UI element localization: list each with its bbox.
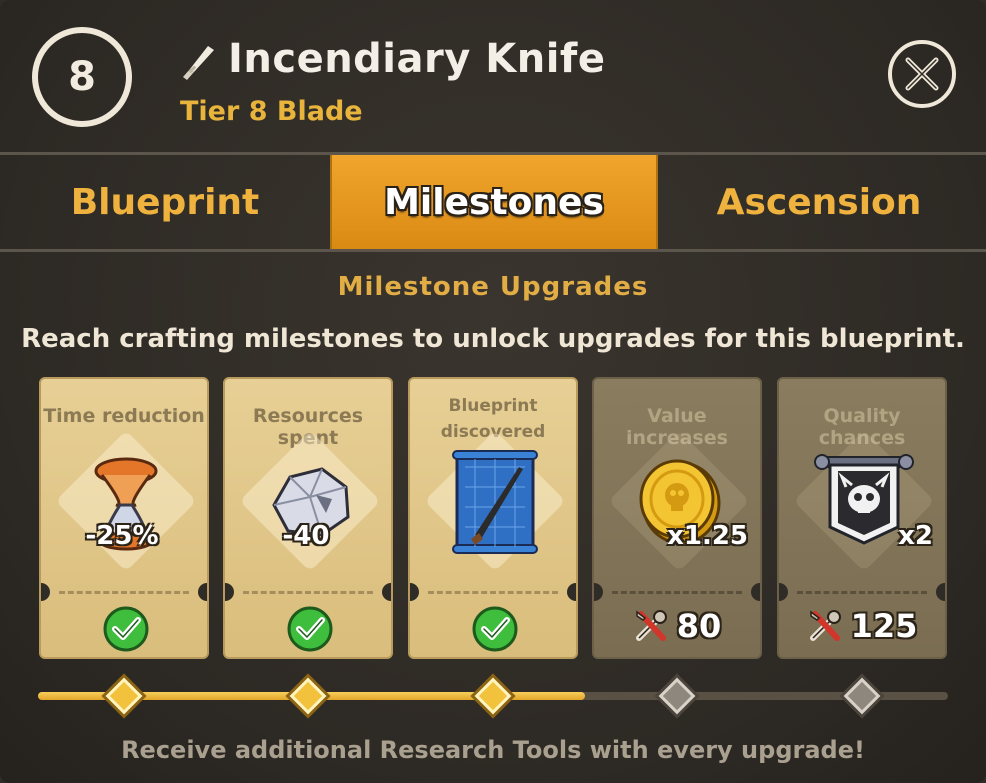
close-button[interactable] [888, 40, 956, 108]
milestone-card-time-reduction[interactable]: Time reduction -25% [39, 377, 209, 659]
cost-value: 80 [676, 607, 722, 645]
research-cost: 80 [594, 607, 760, 645]
card-notch-left [225, 583, 234, 601]
milestone-value: -25% [85, 521, 159, 551]
cost-value: 125 [850, 607, 918, 645]
footer-hint: Receive additional Research Tools with e… [121, 736, 865, 764]
item-title: Incendiary Knife [228, 36, 606, 82]
card-divider [428, 591, 558, 594]
section-description: Reach crafting milestones to unlock upgr… [21, 324, 965, 354]
milestone-card-blueprint-discovered[interactable]: Blueprint discovered [408, 377, 578, 659]
tab-blueprint[interactable]: Blueprint [0, 155, 330, 249]
card-divider [797, 591, 927, 594]
milestone-node-4 [658, 677, 696, 715]
checkmark-icon [287, 606, 333, 652]
knife-icon [183, 46, 214, 80]
card-notch-right [198, 583, 207, 601]
milestone-card-value-increases[interactable]: Value increases x1.25 80 [592, 377, 762, 659]
card-notch-left [41, 583, 50, 601]
card-notch-right [382, 583, 391, 601]
close-icon [905, 57, 939, 91]
tab-milestones[interactable]: Milestones [330, 155, 658, 249]
blueprint-icon [452, 450, 538, 554]
item-subtitle: Tier 8 Blade [180, 96, 363, 127]
tier-badge: 8 [32, 27, 132, 127]
milestone-node-5 [843, 677, 881, 715]
card-divider [612, 591, 742, 594]
card-divider [59, 591, 189, 594]
checkmark-icon [103, 606, 149, 652]
milestone-value: x2 [898, 521, 933, 551]
tab-bar: Blueprint Milestones Ascension [0, 152, 986, 252]
research-cost: 125 [779, 607, 945, 645]
card-notch-right [567, 583, 576, 601]
card-notch-left [410, 583, 419, 601]
research-tools-icon [635, 610, 667, 641]
blueprint-panel: 8 Incendiary Knife Tier 8 Blade Blueprin… [0, 0, 986, 783]
milestone-node-3 [474, 677, 512, 715]
card-notch-left [594, 583, 603, 601]
card-notch-left [779, 583, 788, 601]
card-notch-right [936, 583, 945, 601]
milestone-card-quality-chances[interactable]: Quality chances x2 125 [777, 377, 947, 659]
card-notch-right [751, 583, 760, 601]
tab-ascension[interactable]: Ascension [658, 155, 980, 249]
checkmark-icon [472, 606, 518, 652]
card-divider [243, 591, 373, 594]
milestone-value: x1.25 [667, 521, 748, 551]
milestone-node-2 [289, 677, 327, 715]
milestone-label-line1: Blueprint [448, 396, 538, 416]
section-title: Milestone Upgrades [337, 272, 649, 302]
research-tools-icon [809, 610, 841, 641]
milestone-card-resources-spent[interactable]: Resources spent -40 [223, 377, 393, 659]
milestone-node-1 [105, 677, 143, 715]
header: 8 Incendiary Knife Tier 8 Blade [0, 0, 986, 152]
milestone-value: -40 [282, 521, 330, 551]
milestone-label: Time reduction [43, 405, 205, 427]
